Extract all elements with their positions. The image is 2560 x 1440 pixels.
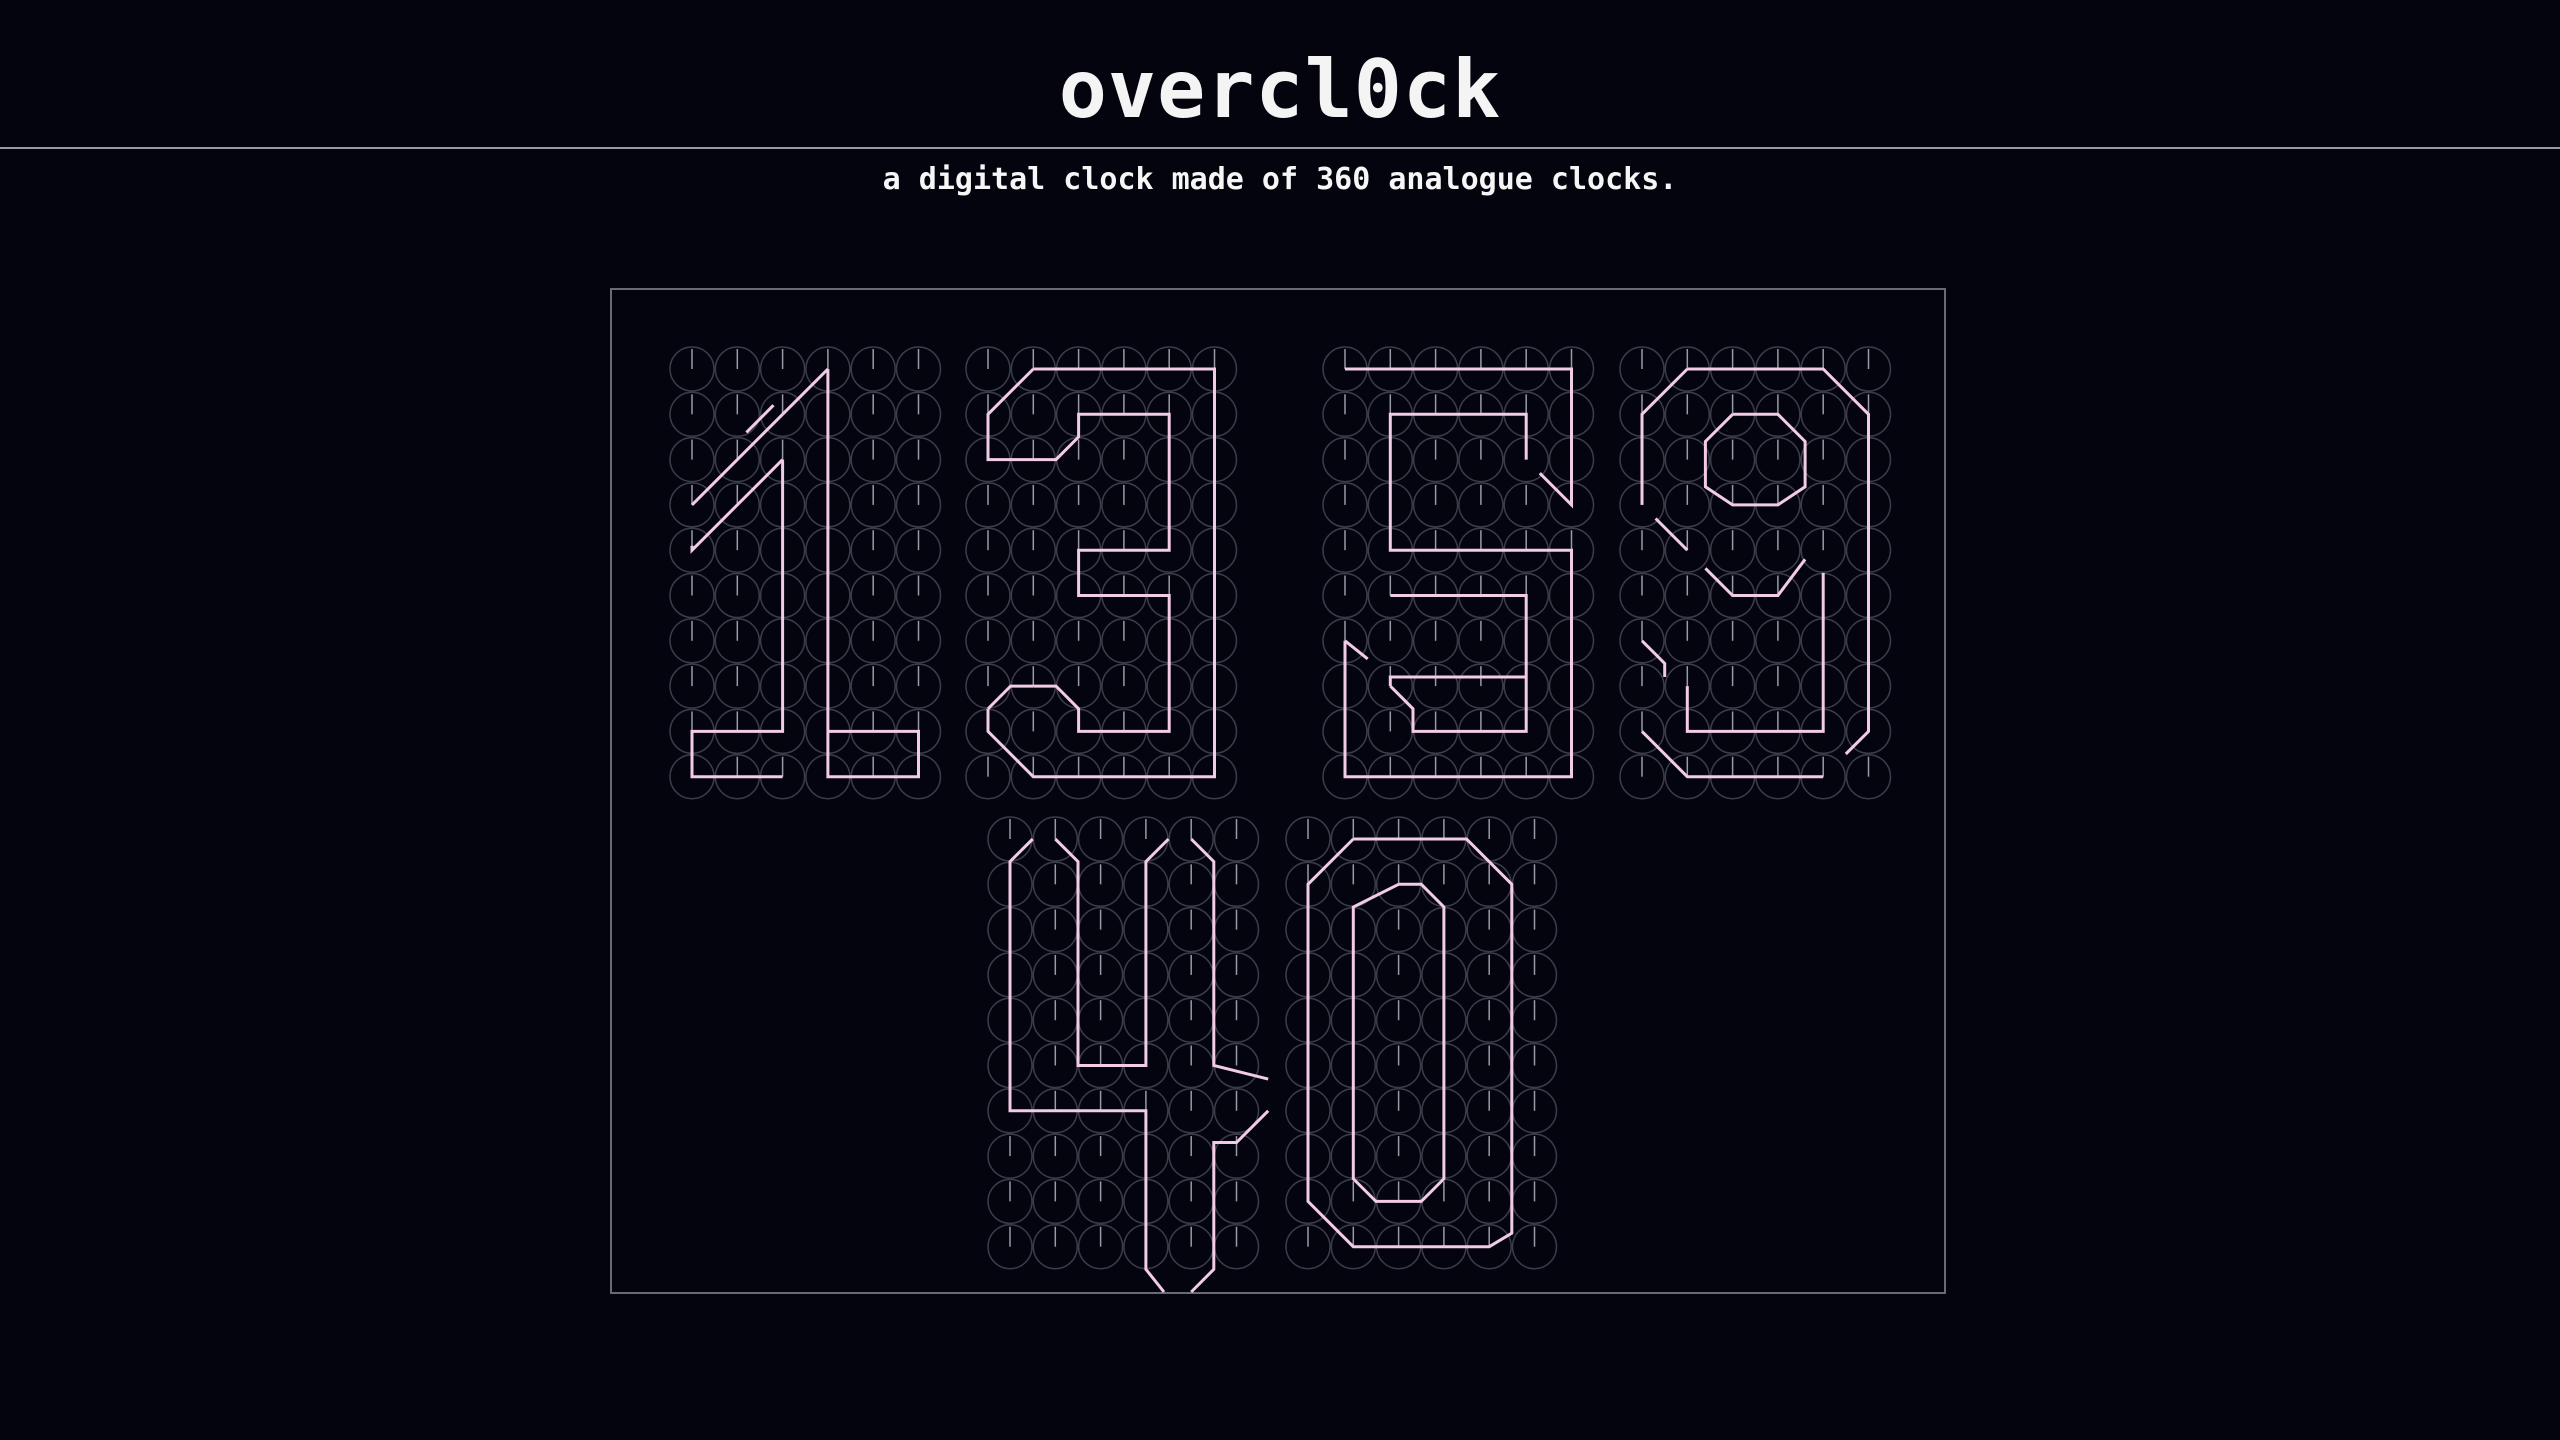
digit-stroke (1345, 367, 1573, 509)
digit-stroke (1054, 837, 1170, 1067)
digit-stroke (986, 367, 1216, 779)
digit-5-block (1322, 346, 1595, 800)
digit-3-block (965, 346, 1238, 800)
clock-grid (669, 346, 1892, 1294)
digit-stroke (986, 684, 1034, 710)
digit-1-block (669, 346, 942, 800)
digit-stroke (1389, 594, 1528, 733)
digit-9-block (1619, 346, 1892, 800)
digit-stroke (781, 367, 829, 416)
digit-4-block (987, 816, 1270, 1294)
digit-stroke (1654, 517, 1689, 552)
digit-0-block (1285, 816, 1558, 1270)
